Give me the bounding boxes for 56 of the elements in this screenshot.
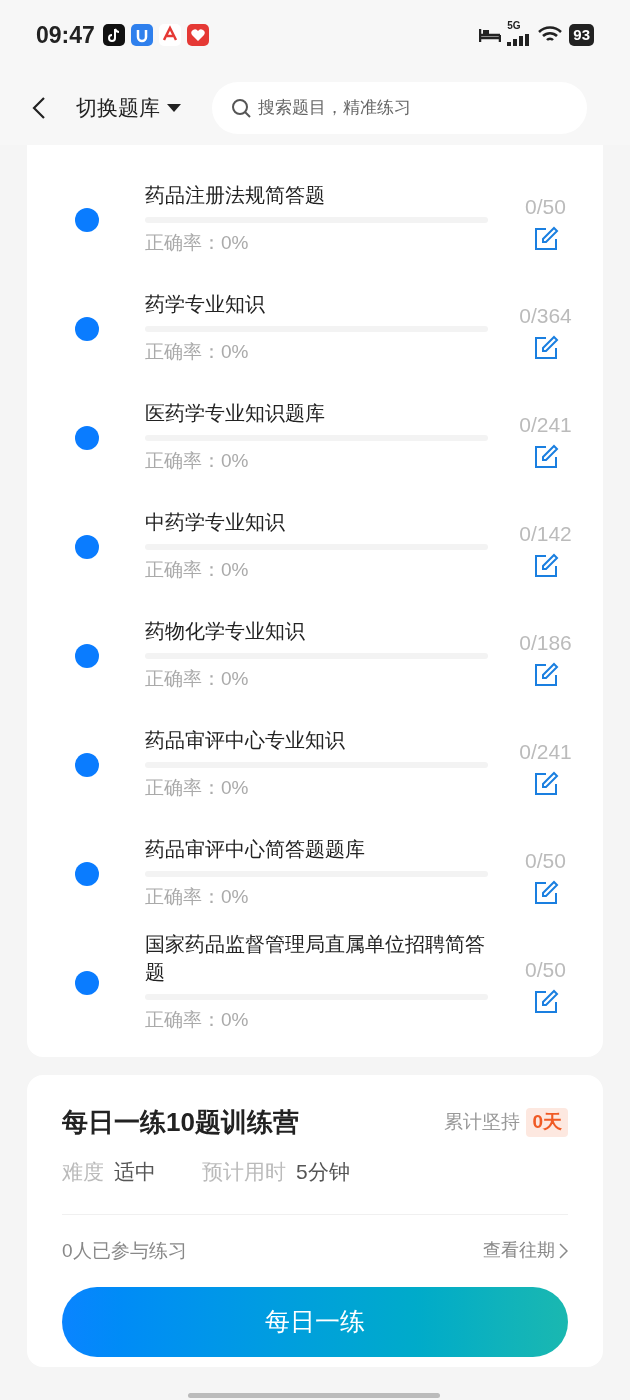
bank-title[interactable]: 医药学专业知识题库	[145, 399, 488, 428]
question-count: 0/241	[519, 738, 572, 765]
difficulty-value: 适中	[114, 1159, 156, 1185]
question-count: 0/50	[525, 956, 566, 983]
time-value: 5分钟	[296, 1159, 350, 1185]
search-icon	[231, 97, 251, 118]
edit-icon[interactable]	[532, 226, 559, 253]
search-field[interactable]: 搜索题目，精准练习	[212, 81, 587, 134]
camp-title: 每日一练10题训练营	[62, 1106, 299, 1139]
streak-badge: 0天	[526, 1108, 568, 1137]
bank-switch-button[interactable]: 切换题库	[76, 91, 182, 124]
bank-title[interactable]: 药品审评中心简答题题库	[145, 835, 488, 864]
app-icon	[186, 24, 209, 46]
bank-title[interactable]: 中药学专业知识	[145, 508, 488, 537]
question-count: 0/186	[519, 629, 572, 656]
participants-text: 0人已参与练习	[62, 1238, 187, 1263]
edit-icon[interactable]	[532, 771, 559, 798]
chevron-icon	[559, 1242, 568, 1259]
edit-icon[interactable]	[532, 553, 559, 580]
accuracy-text: 正确率：0%	[145, 1008, 250, 1033]
accuracy-text: 正确率：0%	[145, 776, 250, 801]
app-icon	[158, 24, 181, 46]
edit-icon[interactable]	[532, 880, 559, 907]
edit-icon[interactable]	[532, 335, 559, 362]
time-label: 预计用时	[202, 1159, 286, 1185]
question-count: 0/364	[519, 302, 572, 329]
question-count: 0/241	[519, 411, 572, 438]
accuracy-text: 正确率：0%	[145, 667, 250, 692]
question-count: 0/142	[519, 520, 572, 547]
accuracy-text: 正确率：0%	[145, 340, 250, 365]
edit-icon[interactable]	[532, 444, 559, 471]
streak-label: 累计坚持	[444, 1110, 521, 1135]
bank-title[interactable]: 药学专业知识	[145, 290, 488, 319]
accuracy-text: 正确率：0%	[145, 558, 250, 583]
battery-level: 93	[569, 24, 594, 46]
edit-icon[interactable]	[532, 989, 559, 1016]
bank-title[interactable]: 国家药品监督管理局直属单位招聘简答题	[145, 930, 488, 987]
bank-title[interactable]: 药物化学专业知识	[145, 617, 488, 646]
bed-icon	[479, 27, 502, 43]
app-icon	[102, 24, 125, 46]
bank-title[interactable]: 药品审评中心专业知识	[145, 726, 488, 755]
edit-icon[interactable]	[532, 662, 559, 689]
network-label: 5G	[507, 19, 521, 33]
app-icon	[130, 24, 153, 46]
accuracy-text: 正确率：0%	[145, 231, 250, 256]
difficulty-label: 难度	[62, 1159, 104, 1185]
signal-icon	[507, 34, 532, 46]
back-icon[interactable]	[32, 95, 46, 120]
bank-title[interactable]: 药品注册法规简答题	[145, 181, 488, 210]
accuracy-text: 正确率：0%	[145, 449, 250, 474]
question-count: 0/50	[525, 193, 566, 220]
status-time: 09:47	[36, 20, 95, 50]
accuracy-text: 正确率：0%	[145, 885, 250, 910]
caret-icon	[166, 102, 182, 113]
history-link[interactable]: 查看往期	[483, 1237, 568, 1265]
question-count: 0/50	[525, 847, 566, 874]
